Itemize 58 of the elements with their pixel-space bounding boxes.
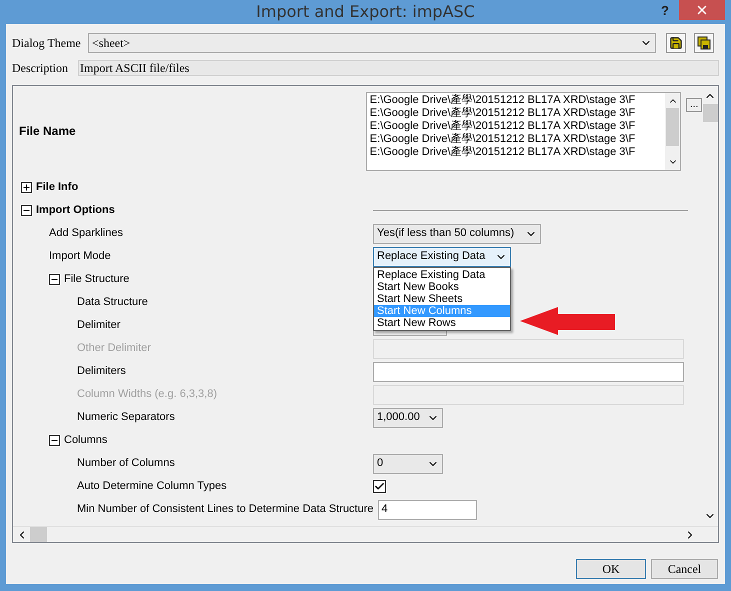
scroll-thumb[interactable] xyxy=(30,527,47,542)
field-label: Dialog Theme xyxy=(12,35,82,52)
dropdown-option[interactable]: Start New Rows xyxy=(374,316,510,328)
close-button[interactable] xyxy=(679,0,725,20)
floppy-icon xyxy=(669,36,683,50)
dialog-button[interactable]: Cancel xyxy=(651,559,718,579)
browse-button[interactable]: ... xyxy=(686,98,702,112)
field-label: Add Sparklines xyxy=(49,226,123,242)
file-path: E:\Google Drive\產學\20151212 BL17A XRD\stage 3\F xyxy=(370,120,636,132)
theme-dropdown[interactable]: <sheet> xyxy=(88,33,656,53)
dropdown-option[interactable]: Replace Existing Data xyxy=(374,268,510,280)
collapse-icon[interactable] xyxy=(21,205,32,216)
dropdown-option[interactable]: Start New Books xyxy=(374,280,510,292)
scrollbar[interactable] xyxy=(13,526,718,542)
check-icon xyxy=(374,481,385,492)
floppy-stack-icon xyxy=(697,36,711,50)
close-icon xyxy=(695,3,709,17)
field-label: Auto Determine Column Types xyxy=(77,479,227,494)
field-label: Delimiters xyxy=(77,364,126,380)
scrollbar[interactable] xyxy=(665,92,680,170)
window-title: Import and Export: impASC xyxy=(256,1,475,23)
text-field[interactable]: 4 xyxy=(378,500,477,520)
file-path: E:\Google Drive\產學\20151212 BL17A XRD\stage 3\F xyxy=(370,94,636,106)
field-label: Data Structure xyxy=(77,295,148,310)
description-field: Import ASCII file/files xyxy=(78,60,719,76)
section-label: Columns xyxy=(64,433,108,448)
save-button[interactable] xyxy=(666,33,686,53)
dropdown[interactable]: 1,000.00 xyxy=(373,408,443,428)
section-label: File Info xyxy=(36,180,78,196)
field-label: Import Mode xyxy=(49,249,111,264)
field-label: Delimiter xyxy=(77,318,120,334)
collapse-icon[interactable] xyxy=(49,274,60,285)
file-path: E:\Google Drive\產學\20151212 BL17A XRD\stage 3\F xyxy=(370,146,636,158)
help-button[interactable]: ? xyxy=(661,1,669,20)
dropdown-option[interactable]: Start New Sheets xyxy=(374,292,510,304)
checkbox[interactable] xyxy=(373,480,386,493)
expand-icon[interactable] xyxy=(21,182,32,193)
section-label: File Structure xyxy=(64,272,130,288)
section-label: File Name xyxy=(18,123,77,140)
field-label: Other Delimiter xyxy=(77,341,151,356)
field-label: Min Number of Consistent Lines to Determine Data Structure xyxy=(77,502,374,518)
scroll-thumb[interactable] xyxy=(666,108,680,146)
field-label: Column Widths (e.g. 6,3,3,8) xyxy=(77,387,218,402)
save-as-button[interactable] xyxy=(694,33,714,53)
collapse-icon[interactable] xyxy=(49,435,60,446)
field-label: Number of Columns xyxy=(77,456,175,472)
section-label: Import Options xyxy=(36,203,115,218)
file-path: E:\Google Drive\產學\20151212 BL17A XRD\stage 3\F xyxy=(370,132,636,146)
text-field[interactable] xyxy=(373,362,684,382)
field-label: Description xyxy=(12,60,69,77)
arrow-icon xyxy=(520,305,615,337)
scroll-thumb[interactable] xyxy=(702,104,718,122)
dialog-button[interactable]: OK xyxy=(576,559,646,579)
file-path: E:\Google Drive\產學\20151212 BL17A XRD\stage 3\F xyxy=(370,106,636,120)
dropdown[interactable]: 0 xyxy=(373,454,443,474)
field-label: Numeric Separators xyxy=(77,410,175,426)
dropdown[interactable]: Yes(if less than 50 columns) xyxy=(373,224,541,244)
dropdown[interactable]: Replace Existing Data xyxy=(373,246,511,266)
